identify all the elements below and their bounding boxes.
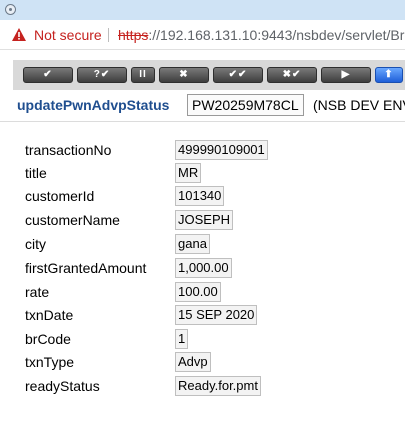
query-confirm-button[interactable]: ?✔: [77, 67, 127, 83]
field-value-rate[interactable]: 100.00: [175, 282, 221, 302]
url-scheme: https: [118, 27, 149, 43]
field-label-transactionNo: transactionNo: [25, 142, 112, 158]
environment-label: (NSB DEV ENV: [313, 97, 405, 113]
field-value-txnType[interactable]: Advp: [175, 352, 211, 372]
field-label-customerName: customerName: [25, 212, 120, 228]
field-value-brCode[interactable]: 1: [175, 329, 189, 349]
field-label-customerId: customerId: [25, 188, 95, 204]
service-id-field[interactable]: PW20259M78CL: [187, 94, 304, 116]
field-label-readyStatus: readyStatus: [25, 378, 100, 394]
warning-icon[interactable]: [12, 28, 26, 41]
confirm-button[interactable]: ✔: [23, 67, 73, 83]
field-label-rate: rate: [25, 284, 50, 300]
play-button[interactable]: ▶: [321, 67, 371, 83]
pause-button[interactable]: II: [131, 67, 155, 83]
service-header: updatePwnAdvpStatus PW20259M78CL (NSB DE…: [0, 90, 405, 122]
field-value-customerId[interactable]: 101340: [175, 186, 225, 206]
action-toolbar: ✔ ?✔ II ✖ ✔✔ ✖✔ ▶ ⬆: [13, 60, 405, 90]
url-path: ://192.168.131.10:9443/nsbdev/servlet/Br…: [148, 27, 405, 43]
app-icon: [5, 4, 16, 15]
field-label-title: title: [25, 165, 47, 181]
field-value-title[interactable]: MR: [175, 163, 202, 183]
upload-button[interactable]: ⬆: [375, 67, 403, 83]
field-value-transactionNo[interactable]: 499990109001: [175, 140, 268, 160]
field-value-txnDate[interactable]: 15 SEP 2020: [175, 305, 258, 325]
field-value-readyStatus[interactable]: Ready.for.pmt: [175, 376, 261, 396]
field-label-txnType: txnType: [25, 354, 75, 370]
field-value-city[interactable]: gana: [175, 234, 210, 254]
url-text[interactable]: https://192.168.131.10:9443/nsbdev/servl…: [118, 27, 405, 43]
field-value-customerName[interactable]: JOSEPH: [175, 210, 234, 230]
field-value-firstGrantedAmount[interactable]: 1,000.00: [175, 258, 232, 278]
double-confirm-button[interactable]: ✔✔: [213, 67, 263, 83]
field-label-city: city: [25, 236, 46, 252]
cancel-confirm-button[interactable]: ✖✔: [267, 67, 317, 83]
not-secure-label[interactable]: Not secure: [34, 27, 102, 43]
service-name: updatePwnAdvpStatus: [17, 97, 170, 113]
browser-titlebar: [0, 0, 405, 20]
field-label-txnDate: txnDate: [25, 307, 74, 323]
field-label-brCode: brCode: [25, 331, 71, 347]
address-separator: [108, 28, 109, 42]
address-bar[interactable]: Not secure https://192.168.131.10:9443/n…: [0, 20, 405, 50]
field-label-firstGrantedAmount: firstGrantedAmount: [25, 260, 147, 276]
cancel-button[interactable]: ✖: [159, 67, 209, 83]
